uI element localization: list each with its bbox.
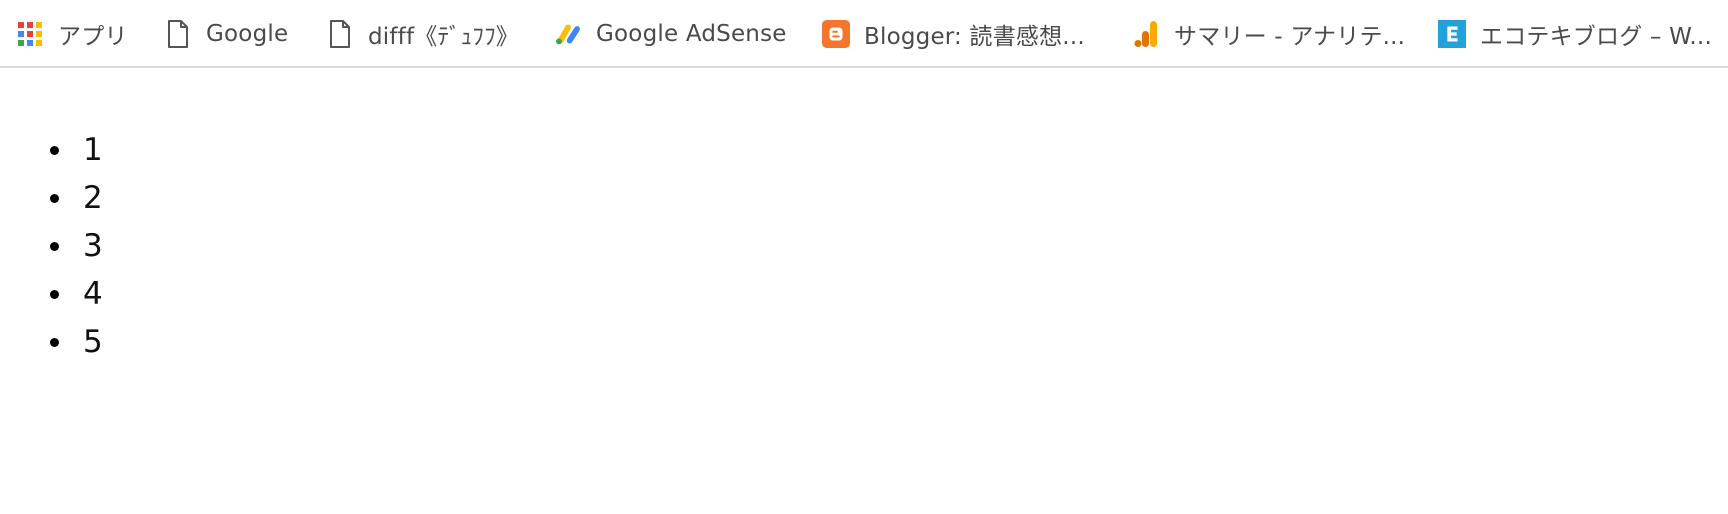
- ecoteki-e-icon: [1438, 20, 1466, 48]
- bookmark-ecoteki[interactable]: エコテキブログ – W...: [1438, 16, 1712, 52]
- bullet-icon: [50, 193, 59, 203]
- page-icon: [164, 20, 192, 48]
- bullet-icon: [50, 145, 59, 155]
- blogger-icon: [822, 20, 850, 48]
- list-item-text: 1: [83, 132, 103, 168]
- bookmark-ecoteki-label: エコテキブログ – W...: [1480, 24, 1712, 50]
- list-item: 4: [50, 270, 103, 318]
- bookmark-difff-label: difff《ﾃﾞｭﾌﾌ》: [368, 24, 519, 50]
- list-item: 1: [50, 126, 103, 174]
- apps-grid-icon: [16, 20, 44, 48]
- bookmark-analytics[interactable]: サマリー - アナリテ...: [1132, 16, 1405, 52]
- list-item-text: 3: [83, 228, 103, 264]
- bookmark-apps[interactable]: アプリ: [16, 16, 128, 52]
- list-item-text: 4: [83, 276, 103, 312]
- bookmark-google-label: Google: [206, 21, 289, 47]
- list-item-text: 5: [83, 324, 103, 360]
- bookmarks-bar: アプリ Google difff《ﾃﾞｭﾌﾌ》 Google AdSense B…: [0, 0, 1728, 68]
- list-item: 2: [50, 174, 103, 222]
- bookmark-google[interactable]: Google: [164, 16, 288, 52]
- bullet-icon: [50, 241, 59, 251]
- bookmark-difff[interactable]: difff《ﾃﾞｭﾌﾌ》: [326, 16, 519, 52]
- page-icon: [326, 20, 354, 48]
- analytics-icon: [1132, 20, 1160, 48]
- bullet-icon: [50, 337, 59, 347]
- bullet-icon: [50, 289, 59, 299]
- list-item: 5: [50, 318, 103, 366]
- bookmark-adsense-label: Google AdSense: [596, 21, 787, 47]
- bookmark-adsense[interactable]: Google AdSense: [554, 16, 787, 52]
- bookmark-apps-label: アプリ: [58, 24, 128, 50]
- bookmark-blogger-label: Blogger: 読書感想...: [864, 24, 1085, 50]
- list-item-text: 2: [83, 180, 103, 216]
- bookmark-blogger[interactable]: Blogger: 読書感想...: [822, 16, 1085, 52]
- list-item: 3: [50, 222, 103, 270]
- bookmark-analytics-label: サマリー - アナリテ...: [1174, 24, 1406, 50]
- adsense-icon: [554, 20, 582, 48]
